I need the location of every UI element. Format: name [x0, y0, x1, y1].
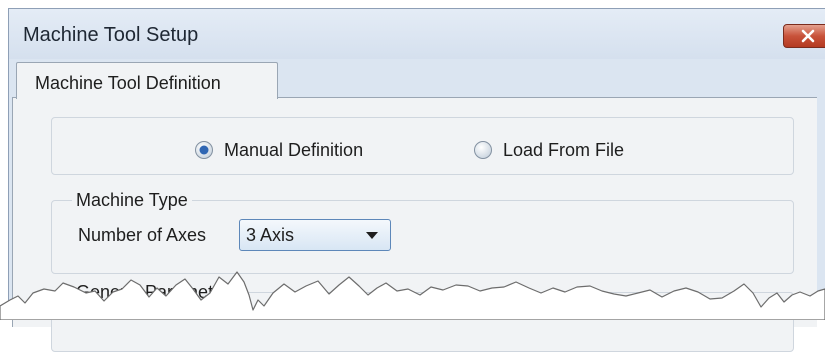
tab-machine-tool-definition[interactable]: Machine Tool Definition: [16, 62, 278, 99]
torn-edge-decoration: [0, 271, 825, 320]
tab-label: Machine Tool Definition: [35, 73, 221, 93]
